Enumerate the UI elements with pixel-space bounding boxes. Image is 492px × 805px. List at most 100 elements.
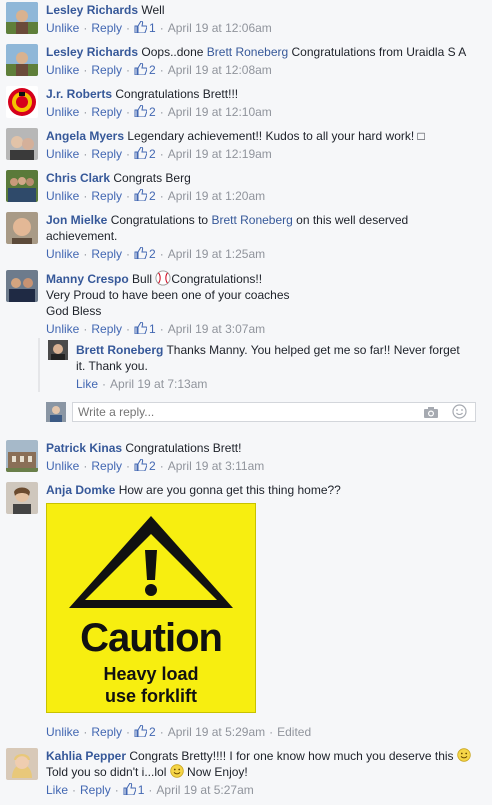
comment-author[interactable]: Lesley Richards bbox=[46, 45, 138, 59]
caution-title: Caution bbox=[80, 616, 223, 660]
like-count[interactable]: 1 bbox=[134, 322, 156, 336]
timestamp[interactable]: April 19 at 3:11am bbox=[168, 459, 265, 473]
comment: Patrick Kinas Congratulations Brett! Unl… bbox=[0, 438, 492, 480]
like-count[interactable]: 2 bbox=[134, 147, 156, 161]
timestamp[interactable]: April 19 at 3:07am bbox=[168, 322, 265, 336]
unlike-link[interactable]: Unlike bbox=[46, 459, 79, 473]
avatar[interactable] bbox=[6, 482, 38, 514]
comment-author[interactable]: Patrick Kinas bbox=[46, 441, 122, 455]
comment-author[interactable]: Lesley Richards bbox=[46, 3, 138, 17]
unlike-link[interactable]: Unlike bbox=[46, 147, 79, 161]
comment: Lesley Richards Well Unlike · Reply · 1 · Apri… bbox=[0, 0, 492, 40]
comment-author[interactable]: Jon Mielke bbox=[46, 213, 107, 227]
camera-icon[interactable] bbox=[423, 406, 439, 418]
avatar[interactable] bbox=[6, 44, 38, 76]
comment-text: Congrats Bretty!!!! I for one know how m… bbox=[129, 749, 454, 763]
timestamp[interactable]: April 19 at 5:27am bbox=[156, 783, 253, 797]
avatar[interactable] bbox=[6, 128, 38, 160]
like-count[interactable]: 2 bbox=[134, 459, 156, 473]
avatar[interactable] bbox=[6, 86, 38, 118]
comment-author[interactable]: Chris Clark bbox=[46, 171, 110, 185]
timestamp[interactable]: April 19 at 1:25am bbox=[168, 247, 265, 261]
like-count[interactable]: 2 bbox=[134, 189, 156, 203]
like-count[interactable]: 2 bbox=[134, 105, 156, 119]
like-link[interactable]: Like bbox=[76, 377, 98, 391]
comment-text: Congratulations!! bbox=[171, 272, 263, 286]
unlike-link[interactable]: Unlike bbox=[46, 105, 79, 119]
emoji-icon[interactable] bbox=[452, 404, 467, 419]
timestamp[interactable]: April 19 at 7:13am bbox=[110, 377, 207, 391]
timestamp[interactable]: April 19 at 12:10am bbox=[168, 105, 272, 119]
unlike-link[interactable]: Unlike bbox=[46, 725, 79, 739]
comment-actions: Unlike · Reply · 1 · April 19 at 3:07am bbox=[46, 322, 266, 336]
reply-link[interactable]: Reply bbox=[91, 21, 122, 35]
comment-text: Now Enjoy! bbox=[187, 765, 248, 779]
unlike-link[interactable]: Unlike bbox=[46, 63, 79, 77]
reply-link[interactable]: Reply bbox=[91, 725, 122, 739]
comment-text: How are you gonna get this thing home?? bbox=[118, 483, 341, 497]
like-count[interactable]: 1 bbox=[123, 783, 144, 797]
thumbs-up-icon bbox=[123, 783, 136, 795]
like-link[interactable]: Like bbox=[46, 783, 68, 797]
write-reply-input[interactable] bbox=[73, 404, 403, 420]
unlike-link[interactable]: Unlike bbox=[46, 189, 79, 203]
timestamp[interactable]: April 19 at 12:08am bbox=[168, 63, 272, 77]
avatar[interactable] bbox=[6, 170, 38, 202]
avatar[interactable] bbox=[6, 2, 38, 34]
comment-text: Congrats Berg bbox=[113, 171, 191, 185]
comment-author[interactable]: J.r. Roberts bbox=[46, 87, 112, 101]
unlike-link[interactable]: Unlike bbox=[46, 322, 79, 336]
like-count[interactable]: 1 bbox=[134, 21, 156, 35]
comment-actions: Like · Reply · 1 · April 19 at 5:27am bbox=[46, 783, 254, 797]
reply-thread: Brett Roneberg Thanks Manny. You helped … bbox=[38, 338, 476, 392]
avatar[interactable] bbox=[48, 340, 68, 360]
thumbs-up-icon bbox=[134, 322, 148, 334]
comment-author[interactable]: Kahlia Pepper bbox=[46, 749, 126, 763]
edited-label[interactable]: Edited bbox=[277, 725, 311, 739]
reply-link[interactable]: Reply bbox=[91, 189, 122, 203]
avatar[interactable] bbox=[6, 212, 38, 244]
like-count[interactable]: 2 bbox=[134, 247, 156, 261]
tagged-user[interactable]: Brett Roneberg bbox=[207, 45, 288, 59]
timestamp[interactable]: April 19 at 12:06am bbox=[168, 21, 272, 35]
reply-link[interactable]: Reply bbox=[91, 63, 122, 77]
like-count[interactable]: 2 bbox=[134, 63, 156, 77]
reply-author[interactable]: Brett Roneberg bbox=[76, 343, 163, 357]
tagged-user[interactable]: Brett Roneberg bbox=[211, 213, 292, 227]
current-user-avatar bbox=[46, 402, 66, 422]
comment-text: Congratulations Brett! bbox=[125, 441, 242, 455]
comment-text: Oops..done bbox=[141, 45, 207, 59]
comment-text: Congratulations from Uraidla S A bbox=[288, 45, 467, 59]
reply-input-box[interactable] bbox=[72, 402, 476, 422]
like-count[interactable]: 2 bbox=[134, 725, 156, 739]
caution-line-2: use forklift bbox=[104, 686, 197, 706]
unlike-link[interactable]: Unlike bbox=[46, 247, 79, 261]
reply-link[interactable]: Reply bbox=[91, 147, 122, 161]
avatar[interactable] bbox=[6, 440, 38, 472]
comment-author[interactable]: Manny Crespo bbox=[46, 272, 129, 286]
unlike-link[interactable]: Unlike bbox=[46, 21, 79, 35]
reply-link[interactable]: Reply bbox=[91, 105, 122, 119]
comment: Lesley Richards Oops..done Brett Roneber… bbox=[0, 42, 492, 84]
comment-text: Congratulations to bbox=[110, 213, 212, 227]
timestamp[interactable]: April 19 at 1:20am bbox=[168, 189, 265, 203]
reply-link[interactable]: Reply bbox=[91, 247, 122, 261]
reply-link[interactable]: Reply bbox=[91, 459, 122, 473]
avatar[interactable] bbox=[6, 270, 38, 302]
reply-link[interactable]: Reply bbox=[91, 322, 122, 336]
reply-link[interactable]: Reply bbox=[80, 783, 111, 797]
comment-text: Very Proud to have been one of your coac… bbox=[46, 288, 290, 302]
thumbs-up-icon bbox=[134, 63, 148, 75]
timestamp[interactable]: April 19 at 12:19am bbox=[168, 147, 272, 161]
thumbs-up-icon bbox=[134, 247, 148, 259]
caution-sign-image[interactable]: Caution Heavy load use forklift bbox=[46, 503, 256, 713]
comment-actions: Unlike · Reply · 2 · April 19 at 12:08am bbox=[46, 63, 272, 77]
comment-author[interactable]: Anja Domke bbox=[46, 483, 115, 497]
comment-author[interactable]: Angela Myers bbox=[46, 129, 124, 143]
baseball-icon bbox=[155, 270, 171, 286]
thumbs-up-icon bbox=[134, 725, 148, 737]
comment-actions: Unlike · Reply · 1 · April 19 at 12:06am bbox=[46, 21, 272, 35]
avatar[interactable] bbox=[6, 748, 38, 780]
warning-triangle-icon bbox=[69, 516, 233, 608]
timestamp[interactable]: April 19 at 5:29am bbox=[168, 725, 265, 739]
